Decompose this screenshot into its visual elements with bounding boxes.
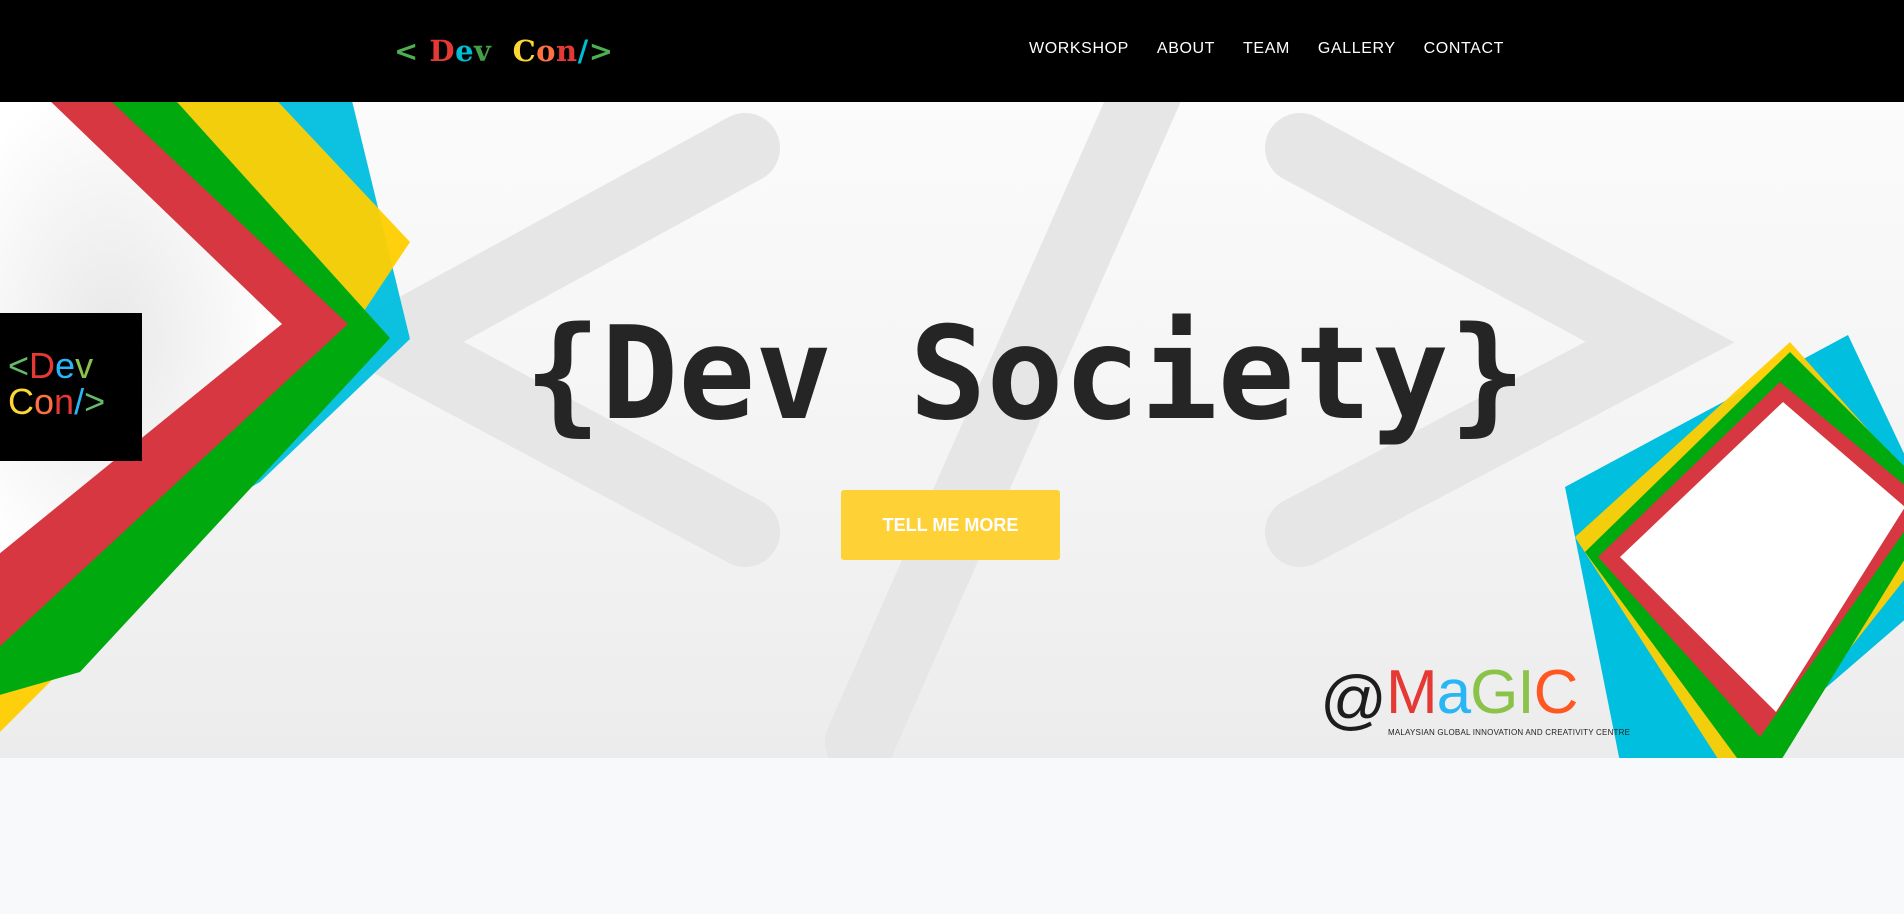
nav-link-team[interactable]: TEAM	[1243, 37, 1290, 61]
brand-logo-link[interactable]: < Dev Con/>	[394, 34, 614, 68]
nav-link-about[interactable]: ABOUT	[1157, 37, 1215, 61]
brand-char-2: e	[455, 34, 475, 68]
brand-char-8: /	[577, 34, 589, 68]
nav-item-gallery: GALLERY	[1318, 37, 1424, 61]
brand-char-5: C	[512, 34, 537, 68]
hero-section: <Dev Con/> {Dev Society} TELL ME MORE @ …	[0, 102, 1904, 758]
magic-letter-char-4: C	[1533, 658, 1579, 727]
nav-menu: WORKSHOP ABOUT TEAM GALLERY CONTACT	[1029, 37, 1532, 61]
brand-char-9: >	[588, 34, 614, 68]
magic-sponsor-logo: @ MaGIC MALAYSIAN GLOBAL INNOVATION AND …	[1320, 660, 1640, 742]
brand-char-7: n	[556, 34, 578, 68]
hero-title: {Dev Society}	[524, 300, 1526, 449]
magic-at-symbol: @	[1320, 662, 1387, 736]
brand-char-1: D	[429, 34, 456, 68]
nav-item-workshop: WORKSHOP	[1029, 37, 1157, 61]
brand-char-3: v	[474, 34, 492, 68]
nav-link-workshop[interactable]: WORKSHOP	[1029, 37, 1129, 61]
nav-item-contact: CONTACT	[1424, 37, 1532, 61]
magic-letter-char-2: G	[1470, 658, 1518, 727]
magic-wordmark: MaGIC	[1386, 658, 1579, 727]
magic-letter-char-3: I	[1517, 658, 1534, 727]
nav-link-contact[interactable]: CONTACT	[1424, 37, 1504, 61]
magic-letter-char-0: M	[1386, 658, 1438, 727]
tell-me-more-button[interactable]: TELL ME MORE	[841, 490, 1060, 560]
magic-subtitle: MALAYSIAN GLOBAL INNOVATION AND CREATIVI…	[1388, 728, 1631, 737]
nav-link-gallery[interactable]: GALLERY	[1318, 37, 1396, 61]
brand-char-4	[491, 34, 512, 68]
brand-char-0: <	[394, 34, 430, 68]
top-navbar: < Dev Con/> WORKSHOP ABOUT TEAM GALLERY …	[0, 0, 1904, 102]
nav-item-team: TEAM	[1243, 37, 1318, 61]
nav-item-about: ABOUT	[1157, 37, 1243, 61]
magic-letter-char-1: a	[1436, 658, 1471, 727]
brand-char-6: o	[536, 34, 557, 68]
